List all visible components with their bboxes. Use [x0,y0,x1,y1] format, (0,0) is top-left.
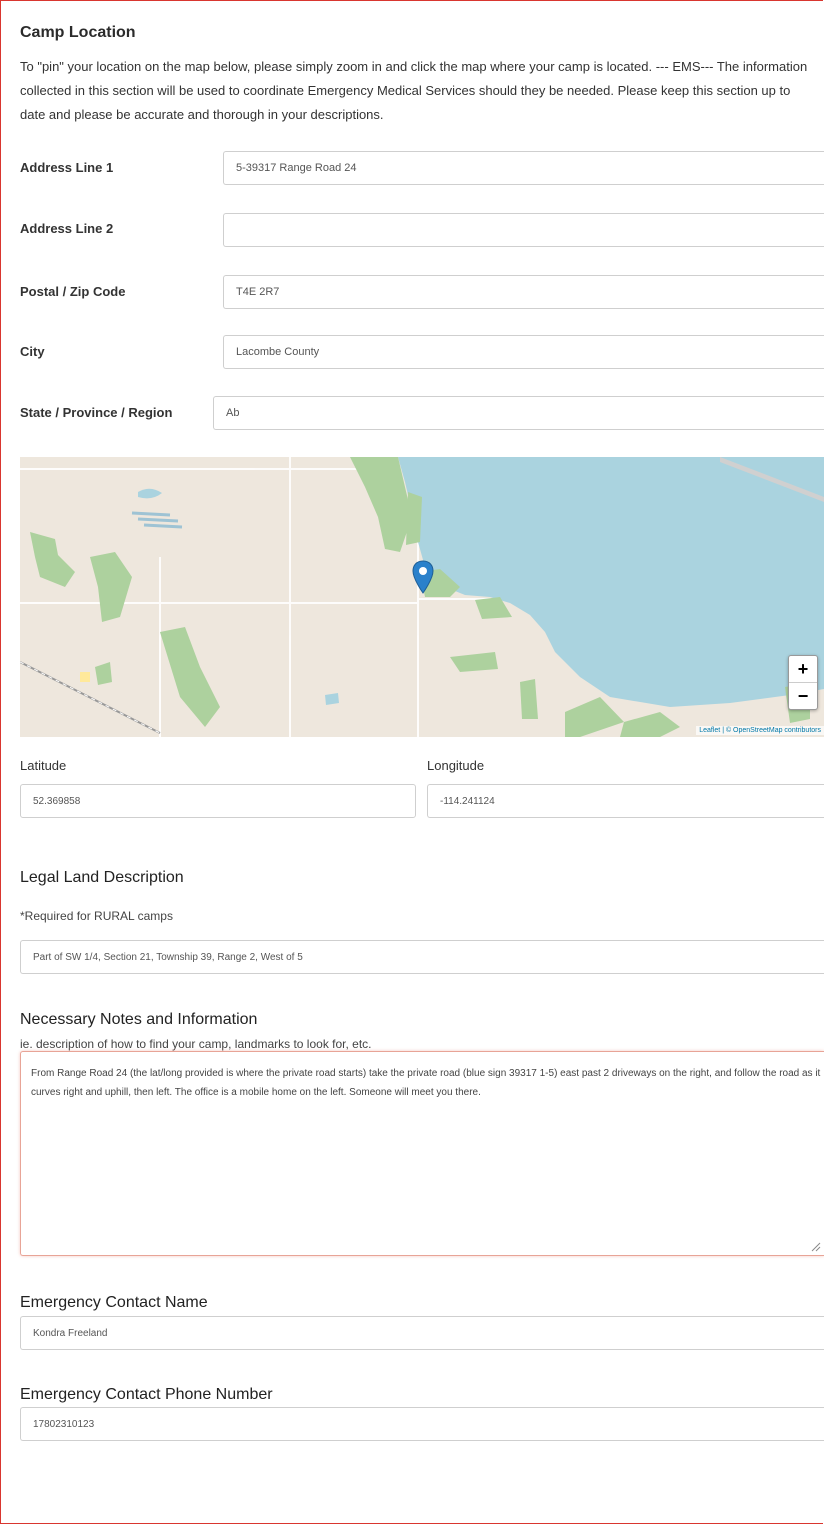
postal-code-label: Postal / Zip Code [20,284,126,299]
resize-handle-icon[interactable] [811,1242,821,1252]
address-line2-label: Address Line 2 [20,221,114,236]
longitude-input[interactable] [427,784,824,818]
longitude-label: Longitude [427,758,485,773]
legal-land-title: Legal Land Description [20,869,184,886]
map-tiles[interactable] [20,457,824,737]
camp-location-intro: To "pin" your location on the map below,… [20,59,808,122]
emergency-name-input[interactable] [20,1316,824,1350]
notes-text: From Range Road 24 (the lat/long provide… [31,1068,821,1098]
map-zoom-control: + − [788,655,818,710]
camp-location-title: Camp Location [20,24,136,41]
legal-land-input[interactable] [20,940,824,974]
legal-land-note: *Required for RURAL camps [20,909,173,923]
notes-textarea[interactable]: From Range Road 24 (the lat/long provide… [20,1051,824,1256]
map-attribution[interactable]: Leaflet | © OpenStreetMap contributors [696,726,824,735]
state-label: State / Province / Region [20,405,173,420]
state-input[interactable] [213,396,824,430]
city-label: City [20,344,45,359]
postal-code-input[interactable] [223,275,824,309]
address-line1-label: Address Line 1 [20,160,114,175]
address-line1-input[interactable] [223,151,824,185]
city-input[interactable] [223,335,824,369]
notes-hint: ie. description of how to find your camp… [20,1037,372,1051]
address-line2-input[interactable] [223,213,824,247]
notes-title: Necessary Notes and Information [20,1011,258,1028]
zoom-in-button[interactable]: + [789,656,817,682]
emergency-name-title: Emergency Contact Name [20,1294,208,1311]
latitude-label: Latitude [20,758,67,773]
location-map[interactable]: + − Leaflet | © OpenStreetMap contributo… [20,457,824,737]
latitude-input[interactable] [20,784,416,818]
location-marker-icon[interactable] [412,560,434,594]
emergency-phone-input[interactable] [20,1407,824,1441]
emergency-phone-title: Emergency Contact Phone Number [20,1386,273,1403]
zoom-out-button[interactable]: − [789,682,817,709]
